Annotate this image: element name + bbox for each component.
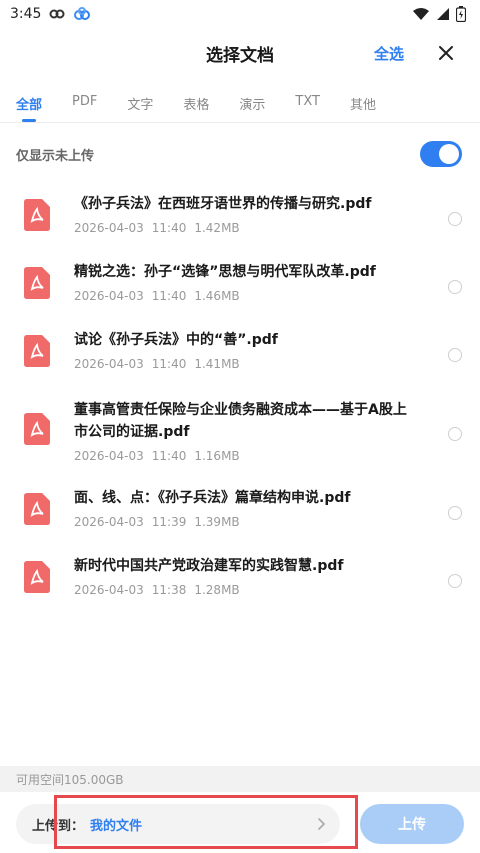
file-item[interactable]: 新时代中国共产党政治建军的实践智慧.pdf 2026-04-03 11:38 1… [0,547,480,615]
status-right [412,6,466,22]
pdf-file-icon [24,267,50,299]
only-not-uploaded-toggle[interactable] [420,141,462,167]
select-radio[interactable] [448,280,462,294]
tab-text[interactable]: 文字 [127,78,153,122]
file-item[interactable]: 董事高管责任保险与企业债务融资成本——基于A股上 市公司的证据.pdf 2026-… [0,389,480,479]
file-size: 1.42MB [194,221,240,235]
file-name: 《孙子兵法》在西班牙语世界的传播与研究.pdf [74,196,372,212]
file-date: 2026-04-03 [74,289,144,303]
file-meta: 2026-04-03 11:39 1.39MB [74,515,434,529]
file-item[interactable]: 《孙子兵法》在西班牙语世界的传播与研究.pdf 2026-04-03 11:40… [0,185,480,253]
file-info: 试论《孙子兵法》中的“善”.pdf 2026-04-03 11:40 1.41M… [74,321,434,371]
select-all-button[interactable]: 全选 [374,43,404,64]
storage-info: 可用空间105.00GB [0,766,480,792]
tab-other[interactable]: 其他 [350,78,376,122]
file-name: 精锐之选：孙子“选锋”思想与明代军队改革.pdf [74,264,376,280]
file-time: 11:38 [151,583,187,597]
file-name: 董事高管责任保险与企业债务融资成本——基于A股上 市公司的证据.pdf [74,402,407,440]
category-tabs: 全部 PDF 文字 表格 演示 TXT 其他 [0,78,480,122]
file-name: 新时代中国共产党政治建军的实践智慧.pdf [74,558,344,574]
file-meta: 2026-04-03 11:40 1.41MB [74,357,434,371]
file-size: 1.46MB [194,289,240,303]
file-time: 11:40 [151,221,187,235]
select-radio[interactable] [448,427,462,441]
signal-icon [436,7,450,21]
cloud-app-icon [73,7,91,21]
file-item[interactable]: 精锐之选：孙子“选锋”思想与明代军队改革.pdf 2026-04-03 11:4… [0,253,480,321]
file-size: 1.41MB [194,357,240,371]
tab-all[interactable]: 全部 [16,78,42,122]
status-bar: 3:45 [0,0,480,28]
file-meta: 2026-04-03 11:40 1.42MB [74,221,434,235]
file-info: 《孙子兵法》在西班牙语世界的传播与研究.pdf 2026-04-03 11:40… [74,185,434,235]
file-info: 董事高管责任保险与企业债务融资成本——基于A股上 市公司的证据.pdf 2026-… [74,389,434,463]
pdf-file-icon [24,561,50,593]
select-radio[interactable] [448,348,462,362]
tab-sheet[interactable]: 表格 [183,78,209,122]
file-name: 试论《孙子兵法》中的“善”.pdf [74,332,278,348]
battery-icon [456,6,466,22]
pdf-file-icon [24,493,50,525]
tab-pdf[interactable]: PDF [72,78,97,122]
select-radio[interactable] [448,506,462,520]
upload-button[interactable]: 上传 [360,804,464,844]
close-icon [439,46,453,60]
file-date: 2026-04-03 [74,221,144,235]
select-radio[interactable] [448,212,462,226]
pdf-file-icon [24,413,50,445]
file-info: 精锐之选：孙子“选锋”思想与明代军队改革.pdf 2026-04-03 11:4… [74,253,434,303]
wifi-icon [412,7,430,21]
file-item[interactable]: 面、线、点：《孙子兵法》篇章结构申说.pdf 2026-04-03 11:39 … [0,479,480,547]
file-size: 1.28MB [194,583,240,597]
file-time: 11:40 [151,357,187,371]
bottom-bar: 上传到： 我的文件 上传 [0,792,480,853]
file-date: 2026-04-03 [74,449,144,463]
tab-slides[interactable]: 演示 [239,78,265,122]
pdf-file-icon [24,335,50,367]
file-name: 面、线、点：《孙子兵法》篇章结构申说.pdf [74,490,351,506]
file-size: 1.39MB [194,515,240,529]
header: 选择文档 全选 [0,28,480,78]
file-info: 面、线、点：《孙子兵法》篇章结构申说.pdf 2026-04-03 11:39 … [74,479,434,529]
filter-row: 仅显示未上传 [0,123,480,185]
file-meta: 2026-04-03 11:38 1.28MB [74,583,434,597]
file-date: 2026-04-03 [74,583,144,597]
filter-label: 仅显示未上传 [16,148,95,164]
file-time: 11:39 [151,515,187,529]
file-list: 《孙子兵法》在西班牙语世界的传播与研究.pdf 2026-04-03 11:40… [0,185,480,615]
status-left: 3:45 [10,6,91,22]
file-meta: 2026-04-03 11:40 1.46MB [74,289,434,303]
file-size: 1.16MB [194,449,240,463]
page-title: 选择文档 [206,45,274,66]
pdf-file-icon [24,199,50,231]
highlight-annotation-box [54,795,358,849]
select-radio[interactable] [448,574,462,588]
file-time: 11:40 [151,449,187,463]
toggle-knob [439,144,459,164]
file-info: 新时代中国共产党政治建军的实践智慧.pdf 2026-04-03 11:38 1… [74,547,434,597]
file-date: 2026-04-03 [74,357,144,371]
file-item[interactable]: 试论《孙子兵法》中的“善”.pdf 2026-04-03 11:40 1.41M… [0,321,480,389]
file-time: 11:40 [151,289,187,303]
close-button[interactable] [434,41,458,65]
status-time: 3:45 [10,6,42,22]
app-notification-icon [49,8,65,20]
tab-txt[interactable]: TXT [295,78,320,122]
file-meta: 2026-04-03 11:40 1.16MB [74,449,434,463]
file-date: 2026-04-03 [74,515,144,529]
